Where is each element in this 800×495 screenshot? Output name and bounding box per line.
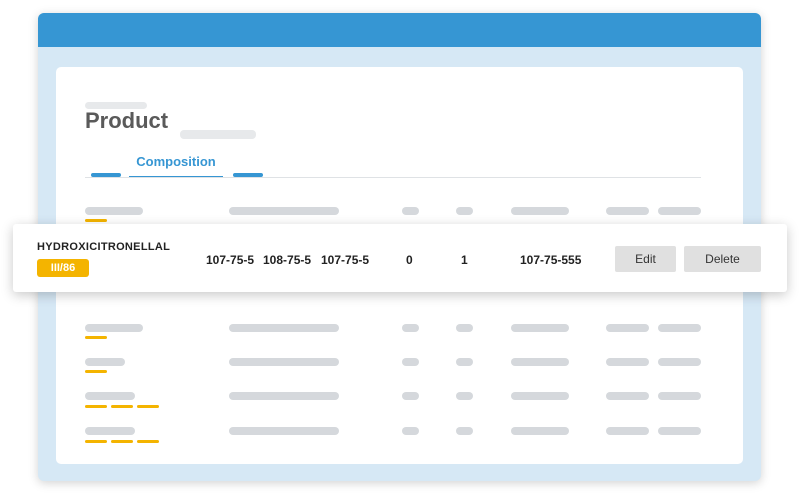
row-edit-placeholder[interactable] (606, 427, 649, 435)
row-badge-placeholder (85, 336, 107, 339)
cas-number-2: 108-75-5 (263, 253, 312, 267)
row-edit-placeholder[interactable] (606, 324, 649, 332)
row-edit-placeholder[interactable] (606, 358, 649, 366)
row-delete-placeholder[interactable] (658, 207, 701, 215)
ingredient-badge: III/86 (37, 259, 89, 277)
row-cas-placeholder (229, 427, 339, 435)
row-cas-main-placeholder (511, 207, 569, 215)
row-cas-placeholder (229, 207, 339, 215)
row-delete-placeholder[interactable] (658, 324, 701, 332)
row-cas-placeholder (229, 358, 339, 366)
row-badge-placeholder (111, 405, 133, 408)
row-value-placeholder (402, 392, 419, 400)
row-value-placeholder (456, 392, 473, 400)
row-value-placeholder (456, 358, 473, 366)
row-name-placeholder (85, 427, 135, 435)
row-badge-placeholder (137, 440, 159, 443)
row-name-placeholder (85, 358, 125, 366)
row-name-placeholder (85, 392, 135, 400)
row-value-placeholder (402, 324, 419, 332)
value-b: 1 (461, 253, 468, 267)
tab-composition[interactable]: Composition (129, 154, 223, 178)
row-edit-placeholder[interactable] (606, 207, 649, 215)
row-badge-placeholder (111, 440, 133, 443)
row-cas-placeholder (229, 324, 339, 332)
row-cas-main-placeholder (511, 427, 569, 435)
cas-number-3: 107-75-5 (321, 253, 370, 267)
row-delete-placeholder[interactable] (658, 392, 701, 400)
row-name-placeholder (85, 207, 143, 215)
row-edit-placeholder[interactable] (606, 392, 649, 400)
row-value-placeholder (456, 324, 473, 332)
tabs-divider (85, 177, 701, 178)
row-delete-placeholder[interactable] (658, 358, 701, 366)
row-badge-placeholder (85, 370, 107, 373)
row-badge-placeholder (137, 405, 159, 408)
row-cas-main-placeholder (511, 392, 569, 400)
row-cas-main-placeholder (511, 324, 569, 332)
ingredient-name: HYDROXICITRONELLAL (37, 241, 171, 253)
row-badge-placeholder (85, 219, 107, 222)
value-a: 0 (406, 253, 413, 267)
cas-main: 107-75-555 (520, 253, 582, 267)
highlighted-table-row[interactable]: HYDROXICITRONELLAL III/86 107-75-5 108-7… (13, 224, 787, 292)
row-name-placeholder (85, 324, 143, 332)
row-cas-placeholder (229, 392, 339, 400)
window-titlebar (38, 13, 761, 47)
delete-button[interactable]: Delete (684, 246, 761, 272)
cas-number-1: 107-75-5 (206, 253, 255, 267)
subtitle-placeholder (180, 130, 256, 139)
row-value-placeholder (456, 207, 473, 215)
page-title: Product (85, 108, 169, 133)
edit-button[interactable]: Edit (615, 246, 676, 272)
row-cas-main-placeholder (511, 358, 569, 366)
row-badge-placeholder (85, 440, 107, 443)
row-value-placeholder (402, 427, 419, 435)
row-value-placeholder (402, 358, 419, 366)
row-delete-placeholder[interactable] (658, 427, 701, 435)
row-value-placeholder (456, 427, 473, 435)
row-value-placeholder (402, 207, 419, 215)
row-badge-placeholder (85, 405, 107, 408)
